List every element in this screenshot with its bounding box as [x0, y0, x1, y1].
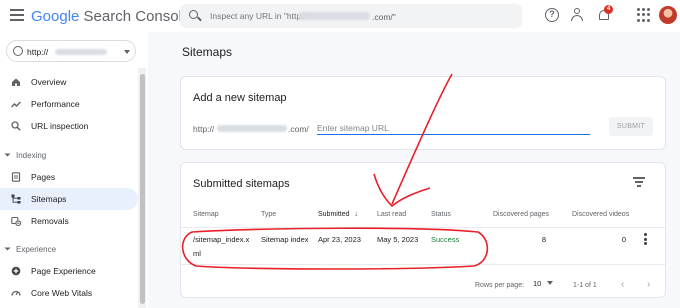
url-prefix: http:// — [193, 124, 215, 134]
globe-icon — [13, 46, 23, 56]
more-vert-icon[interactable] — [644, 233, 648, 245]
sitemap-icon — [11, 194, 21, 204]
url-suffix: .com/ — [288, 124, 309, 134]
google-apps-icon[interactable] — [637, 8, 651, 22]
sidebar-item-label: Core Web Vitals — [31, 288, 93, 298]
column-header-submitted[interactable]: Submitted — [318, 211, 350, 218]
cell-last-read: May 5, 2023 — [377, 235, 419, 244]
sitemap-url-input[interactable] — [317, 121, 590, 135]
rows-per-page-select[interactable]: 10 — [533, 279, 554, 288]
logo-product-text: Search Console — [83, 8, 191, 25]
sidebar-item-label: Pages — [31, 172, 56, 182]
column-header-discovered-videos[interactable]: Discovered videos — [572, 211, 629, 218]
property-selector[interactable]: http:// — [6, 40, 136, 62]
table-row[interactable]: /sitemap_index.x ml Sitemap index Apr 23… — [181, 228, 665, 262]
speed-icon — [11, 290, 21, 296]
chevron-down-icon — [4, 247, 11, 251]
cell-sitemap-wrap: ml — [193, 249, 201, 258]
section-label: Indexing — [16, 151, 47, 160]
sidebar-item-sitemaps[interactable]: Sitemaps — [0, 188, 138, 210]
sidebar-item-label: Performance — [31, 99, 80, 109]
sidebar-item-performance[interactable]: Performance — [0, 93, 138, 115]
avatar[interactable] — [659, 6, 677, 24]
notifications-bell-icon[interactable]: 4 — [597, 5, 613, 22]
search-icon — [189, 10, 198, 19]
search-icon — [11, 121, 21, 131]
account-settings-icon[interactable] — [571, 8, 585, 22]
top-bar: Google Search Console .com/" ? 4 — [0, 0, 680, 32]
column-header-type[interactable]: Type — [261, 211, 276, 218]
sidebar-item-pages[interactable]: Pages — [0, 166, 138, 188]
sidebar-item-removals[interactable]: Removals — [0, 210, 138, 232]
redacted-domain — [217, 125, 287, 132]
cell-submitted: Apr 23, 2023 — [318, 235, 361, 244]
cell-discovered-pages: 8 — [541, 235, 546, 244]
chevron-down-icon — [547, 281, 554, 285]
column-header-status[interactable]: Status — [431, 211, 451, 218]
sidebar-item-label: Overview — [31, 77, 67, 87]
sidebar-scrollbar-thumb[interactable] — [140, 74, 145, 304]
sidebar-item-label: Removals — [31, 216, 69, 226]
submitted-sitemaps-card: Submitted sitemaps Sitemap Type Submitte… — [180, 162, 666, 298]
sort-arrow-down-icon[interactable]: ↓ — [354, 209, 358, 218]
sidebar-item-core-web-vitals[interactable]: Core Web Vitals — [0, 282, 138, 304]
column-header-sitemap[interactable]: Sitemap — [193, 211, 219, 218]
page-title: Sitemaps — [182, 45, 233, 59]
sidebar-item-overview[interactable]: Overview — [0, 71, 138, 93]
section-indexing[interactable]: Indexing — [4, 151, 47, 160]
pagination-range: 1-1 of 1 — [573, 282, 597, 289]
property-label: http:// — [27, 47, 49, 57]
rows-per-page-value: 10 — [533, 279, 542, 288]
search-placeholder-suffix: .com/" — [372, 12, 396, 22]
home-icon — [12, 78, 20, 86]
chevron-down-icon — [124, 50, 130, 54]
chevron-down-icon — [4, 153, 11, 157]
cell-sitemap: /sitemap_index.x — [193, 235, 250, 244]
status-badge: Success — [431, 235, 460, 244]
redacted-domain — [298, 12, 370, 20]
divider — [181, 264, 665, 265]
trending-up-icon — [11, 101, 21, 108]
next-page-icon[interactable]: › — [647, 279, 650, 290]
redacted-property — [55, 49, 107, 55]
sidebar-item-label: URL inspection — [31, 121, 89, 131]
url-inspection-search[interactable]: .com/" — [180, 4, 522, 28]
sidebar-item-label: Sitemaps — [31, 194, 67, 204]
cell-discovered-videos: 0 — [621, 235, 626, 244]
removal-icon — [11, 216, 21, 226]
sidebar-item-url-inspection[interactable]: URL inspection — [0, 115, 138, 137]
column-header-discovered-pages[interactable]: Discovered pages — [493, 211, 549, 218]
sidebar: http:// Overview Performance URL inspect… — [0, 32, 148, 308]
logo-google-text: Google — [31, 8, 80, 25]
column-header-last-read[interactable]: Last read — [377, 211, 406, 218]
menu-icon[interactable] — [10, 9, 24, 21]
plus-circle-icon — [11, 266, 21, 276]
app-logo[interactable]: Google Search Console — [31, 8, 190, 25]
card-title: Submitted sitemaps — [193, 178, 290, 190]
page-icon — [11, 172, 21, 182]
section-experience[interactable]: Experience — [4, 245, 57, 254]
submit-button[interactable]: SUBMIT — [609, 117, 653, 136]
sidebar-item-page-experience[interactable]: Page Experience — [0, 260, 138, 282]
rows-per-page-label: Rows per page: — [475, 282, 525, 289]
prev-page-icon[interactable]: ‹ — [621, 279, 624, 290]
help-icon[interactable]: ? — [545, 8, 559, 22]
notification-badge: 4 — [604, 5, 613, 14]
main-content: Sitemaps Add a new sitemap http:// .com/… — [148, 32, 680, 308]
cell-type: Sitemap index — [261, 235, 309, 244]
card-title: Add a new sitemap — [193, 92, 287, 104]
filter-icon[interactable] — [633, 177, 645, 187]
add-sitemap-card: Add a new sitemap http:// .com/ SUBMIT — [180, 76, 666, 150]
sidebar-item-label: Page Experience — [31, 266, 96, 276]
section-label: Experience — [16, 245, 57, 254]
